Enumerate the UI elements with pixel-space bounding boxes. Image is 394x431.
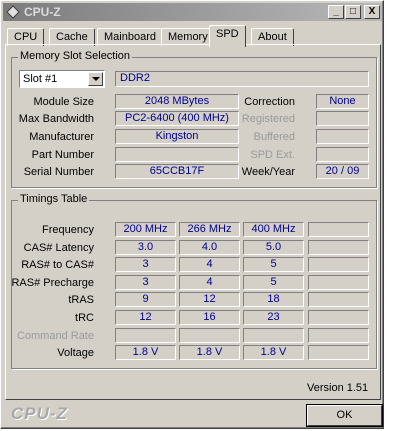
manufacturer-field: Kingston <box>115 129 239 144</box>
module-size-field: 2048 MBytes <box>115 94 239 109</box>
part-number-field <box>115 147 239 162</box>
slot-select-value: Slot #1 <box>23 73 58 85</box>
timing-cell <box>308 222 369 237</box>
tab-spd[interactable]: SPD <box>209 25 246 47</box>
slot-select[interactable]: Slot #1 <box>19 70 105 88</box>
timing-cell <box>179 328 240 343</box>
timing-row-label: Voltage <box>57 347 94 359</box>
week-year-label: Week/Year <box>241 166 295 178</box>
timing-cell <box>308 310 369 325</box>
maximize-button[interactable]: □ <box>345 5 361 19</box>
module-size-label: Module Size <box>33 96 94 108</box>
timing-row-label: RAS# Precharge <box>11 277 94 289</box>
timings-group-label: Timings Table <box>18 193 90 205</box>
timing-cell: 1.8 V <box>243 345 304 360</box>
timing-cell: 3 <box>115 257 176 272</box>
registered-label: Registered <box>241 113 295 125</box>
timing-cell: 5 <box>243 257 304 272</box>
memory-type-field: DDR2 <box>115 71 369 87</box>
serial-number-field: 65CCB17F <box>115 164 239 179</box>
timing-cell <box>308 240 369 255</box>
timing-row-label: CAS# Latency <box>23 242 94 254</box>
cpu-z-logo: CPU-Z <box>11 404 68 423</box>
correction-field: None <box>316 94 369 109</box>
timing-cell: 12 <box>115 310 176 325</box>
ok-button[interactable]: OK <box>306 404 383 427</box>
timing-cell <box>115 328 176 343</box>
timing-cell: 3 <box>115 275 176 290</box>
timing-cell: 5.0 <box>243 240 304 255</box>
title-bar[interactable]: CPU-Z _ □ X <box>3 3 382 21</box>
chevron-down-icon[interactable] <box>88 72 103 86</box>
timing-cell: 400 MHz <box>243 222 304 237</box>
timing-cell: 3.0 <box>115 240 176 255</box>
spd-ext-label: SPD Ext. <box>250 149 295 161</box>
cpu-z-window: CPU-Z _ □ X CPU Cache Mainboard Memory S… <box>0 0 384 429</box>
memory-slot-group-label: Memory Slot Selection <box>18 50 133 62</box>
timing-row-label: Frequency <box>42 224 94 236</box>
timing-cell: 12 <box>179 292 240 307</box>
timing-cell <box>308 345 369 360</box>
timing-cell <box>308 328 369 343</box>
timing-cell: 4 <box>179 275 240 290</box>
timing-cell: 5 <box>243 275 304 290</box>
timing-cell: 4.0 <box>179 240 240 255</box>
timing-cell <box>308 257 369 272</box>
close-button[interactable]: X <box>364 5 380 19</box>
minimize-button[interactable]: _ <box>328 5 344 19</box>
timing-cell <box>243 328 304 343</box>
timing-cell: 23 <box>243 310 304 325</box>
timing-cell <box>308 292 369 307</box>
max-bandwidth-label: Max Bandwidth <box>18 113 94 125</box>
registered-field <box>316 111 369 126</box>
window-title: CPU-Z <box>24 5 61 19</box>
timing-cell: 4 <box>179 257 240 272</box>
timing-cell: 200 MHz <box>115 222 176 237</box>
serial-number-label: Serial Number <box>23 166 94 178</box>
manufacturer-label: Manufacturer <box>29 131 94 143</box>
timing-cell: 18 <box>243 292 304 307</box>
version-label: Version 1.51 <box>307 382 369 394</box>
part-number-label: Part Number <box>31 149 94 161</box>
timing-cell: 1.8 V <box>115 345 176 360</box>
week-year-field: 20 / 09 <box>316 164 369 179</box>
tab-strip: CPU Cache Mainboard Memory SPD About <box>5 25 381 47</box>
timing-cell: 16 <box>179 310 240 325</box>
timing-cell: 9 <box>115 292 176 307</box>
timing-row-label: Command Rate <box>16 330 94 342</box>
timing-cell: 266 MHz <box>179 222 240 237</box>
correction-label: Correction <box>244 96 295 108</box>
buffered-label: Buffered <box>253 131 295 143</box>
timing-row-label: RAS# to CAS# <box>21 259 94 271</box>
cpu-z-app-icon <box>6 5 20 19</box>
timing-row-label: tRAS <box>68 294 94 306</box>
max-bandwidth-field: PC2-6400 (400 MHz) <box>115 111 239 126</box>
timing-cell <box>308 275 369 290</box>
timing-cell: 1.8 V <box>179 345 240 360</box>
spd-ext-field <box>316 147 369 162</box>
buffered-field <box>316 129 369 144</box>
timing-row-label: tRC <box>75 312 94 324</box>
